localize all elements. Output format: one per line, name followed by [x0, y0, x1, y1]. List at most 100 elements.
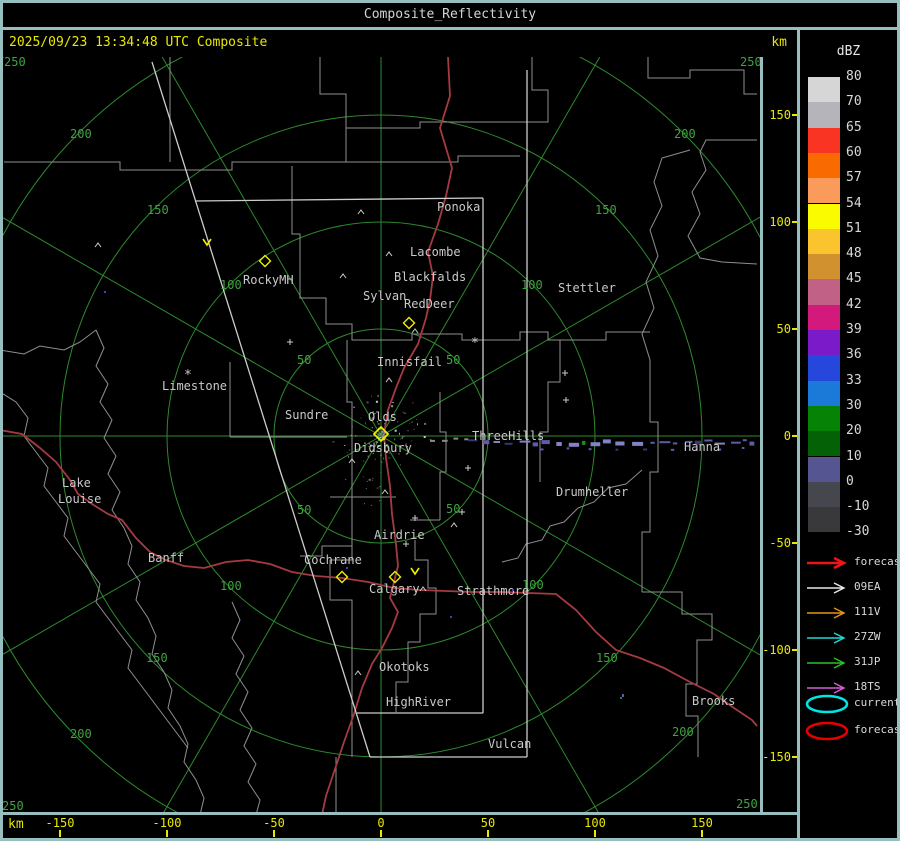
map-svg: 250 250 250 250 200 200 200 200 150 150 150 150 100 1… [3, 57, 760, 812]
colorbar-tick-label: -10 [846, 499, 870, 515]
caret-marker [381, 489, 389, 495]
panel-divider [797, 30, 800, 838]
colorbar-tick-label: 54 [846, 195, 862, 211]
plus-marker [287, 339, 293, 345]
radar-map: 250 250 250 250 200 200 200 200 150 150 150 150 100 1… [3, 57, 760, 812]
svg-text:150: 150 [147, 203, 169, 217]
city-label: Didsbury [354, 441, 412, 455]
city-label: Olds [368, 410, 397, 424]
caret-marker [357, 209, 365, 215]
city-label: Vulcan [488, 737, 531, 751]
storm-track-arrow-icon [804, 653, 852, 677]
caret-marker [339, 273, 347, 279]
colorbar-swatch [808, 431, 840, 457]
svg-text:250: 250 [3, 799, 24, 812]
colorbar-swatch [808, 178, 840, 204]
bottom-axis-tick-label: 100 [584, 816, 606, 830]
svg-text:250: 250 [4, 57, 26, 69]
svg-text:200: 200 [672, 725, 694, 739]
city-label: Lacombe [410, 245, 461, 259]
azimuth-radials [3, 57, 760, 812]
storm-track-arrow-icon [804, 628, 852, 652]
storm-track-arrow-icon [804, 578, 852, 602]
colorbar-tick-label: 10 [846, 448, 862, 464]
caret-marker [411, 328, 419, 334]
legend-item-label: 18TS [854, 680, 881, 693]
colorbar-swatch [808, 228, 840, 255]
bottom-axis-tick [487, 830, 489, 837]
colorbar-tick-label: 80 [846, 69, 862, 84]
colorbar-tick-label: 51 [846, 220, 862, 236]
colorbar-tick-label: 30 [846, 397, 862, 413]
right-axis-tick-label: -50 [769, 536, 791, 550]
chevron-marker [410, 567, 420, 576]
colorbar-tick-label: 65 [846, 119, 862, 135]
colorbar-swatch [808, 102, 840, 128]
city-label: Banff [148, 551, 184, 565]
star-marker: * [184, 368, 192, 383]
city-label: Innisfail [377, 355, 442, 369]
legend-item: forecast [800, 721, 900, 741]
storm-track-arrow-icon [804, 553, 852, 577]
svg-text:150: 150 [146, 651, 168, 665]
bottom-axis: km -150 -100 -50 0 50 100 150 [3, 815, 797, 838]
colorbar-tick-label: 57 [846, 170, 862, 186]
caret-marker [385, 377, 393, 383]
bottom-axis-tick-label: 150 [691, 816, 713, 830]
svg-text:250: 250 [736, 797, 758, 811]
bottom-axis-tick-label: -150 [45, 816, 75, 830]
colorbar-swatch [808, 127, 840, 153]
colorbar-swatch [808, 77, 840, 103]
right-axis-tick-label: 150 [769, 108, 791, 122]
city-label: Strathmore [457, 584, 529, 598]
site-diamond-marker [258, 254, 272, 268]
city-label: Lake [62, 476, 91, 490]
plus-marker [563, 397, 569, 403]
right-axis-tick-label: 100 [769, 215, 791, 229]
svg-text:50: 50 [446, 353, 460, 367]
legend-item-label: 27ZW [854, 630, 881, 643]
city-label: RedDeer [404, 297, 455, 311]
right-axis-tick-label: -150 [762, 750, 791, 764]
lake-dot [346, 567, 348, 569]
svg-text:250: 250 [740, 57, 760, 69]
city-label: Drumheller [556, 485, 628, 499]
colorbar-swatch [808, 380, 840, 406]
plus-marker [562, 370, 568, 376]
city-label: Okotoks [379, 660, 430, 674]
svg-text:100: 100 [521, 278, 543, 292]
bottom-axis-tick [273, 830, 275, 837]
svg-text:150: 150 [595, 203, 617, 217]
plus-marker [465, 465, 471, 471]
city-label: Brooks [692, 694, 735, 708]
legend-item: 31JP [800, 653, 897, 673]
city-label: HighRiver [386, 695, 451, 709]
caret-marker [354, 670, 362, 676]
caret-marker [385, 251, 393, 257]
bottom-axis-unit-label: km [8, 817, 24, 832]
colorbar-title: dBZ [836, 44, 861, 59]
lake-dot [450, 616, 452, 618]
colorbar-swatch [808, 330, 840, 356]
city-label: Ponoka [437, 200, 480, 214]
colorbar-swatch [808, 254, 840, 280]
colorbar-swatch [808, 481, 840, 508]
colorbar-swatch [808, 152, 840, 179]
legend-item-label: 31JP [854, 655, 881, 668]
city-label: ThreeHills [472, 429, 544, 443]
colorbar-tick-label: 42 [846, 296, 862, 312]
city-label: Hanna [684, 440, 720, 454]
colorbar-tick-label: 36 [846, 347, 862, 363]
city-label: Blackfalds [394, 270, 466, 284]
right-axis: 150 100 50 0 -50 -100 -150 [762, 57, 797, 812]
colorbar-tick-label: 48 [846, 246, 862, 262]
window-title: Composite_Reflectivity [3, 3, 897, 30]
right-axis-tick-label: -100 [762, 643, 791, 657]
svg-text:200: 200 [70, 127, 92, 141]
caret-marker [94, 242, 102, 248]
info-bar: 2025/09/23 13:34:48 UTC Composite km [3, 30, 797, 57]
legend-item-label: forecast [854, 723, 900, 736]
city-label: Sylvan [363, 289, 406, 303]
city-label: Louise [58, 492, 101, 506]
colorbar-swatch [808, 507, 840, 533]
